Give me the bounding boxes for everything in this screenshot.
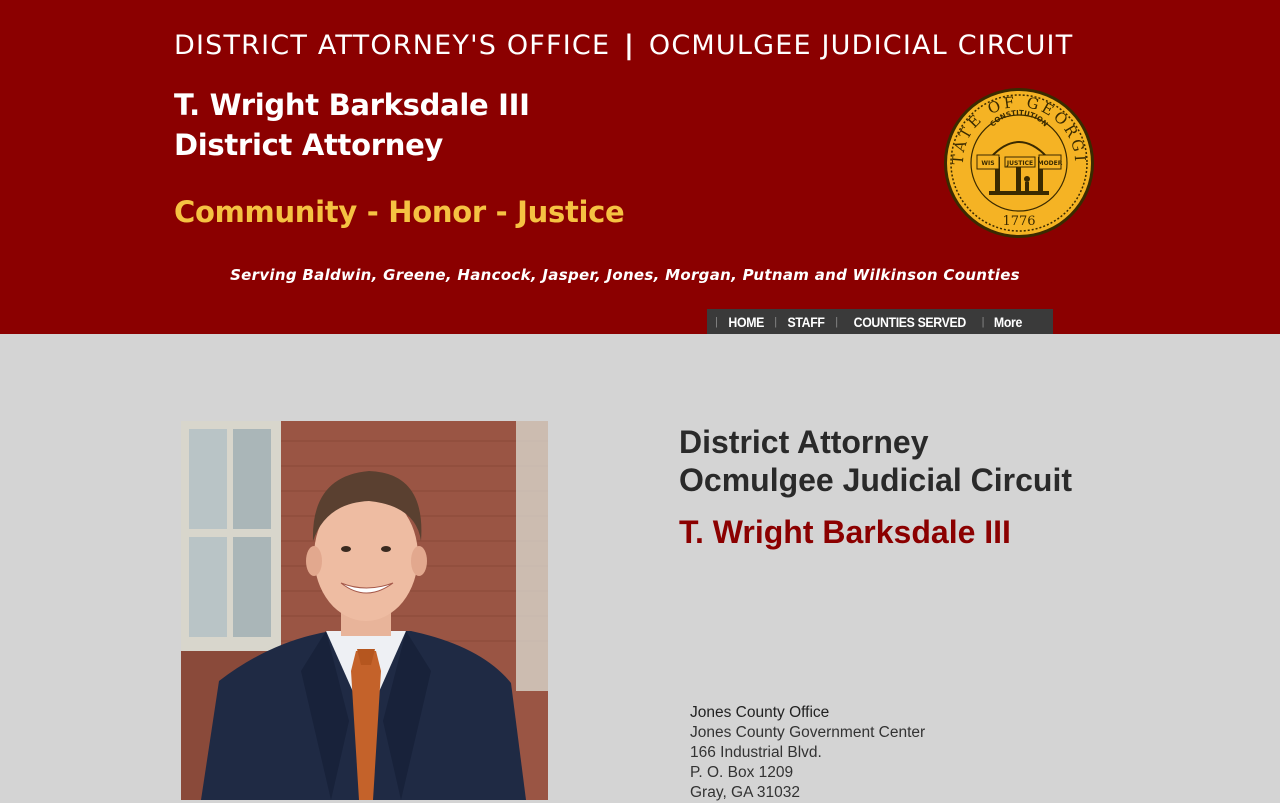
header-da-name: T. Wright Barksdale III	[174, 88, 530, 122]
site-header: DISTRICT ATTORNEY'S OFFICE | OCMULGEE JU…	[0, 0, 1280, 334]
nav-item-more[interactable]: More	[994, 314, 1022, 330]
office-address: Jones County Office Jones County Governm…	[690, 703, 925, 803]
svg-text:JUSTICE: JUSTICE	[1006, 160, 1033, 167]
svg-text:1776: 1776	[1002, 214, 1035, 229]
georgia-seal-logo: STATE OF GEORGIA CONSTITUTION WIS JUSTIC…	[943, 87, 1094, 238]
nav-divider: |	[774, 315, 778, 328]
address-heading: Jones County Office	[690, 704, 830, 721]
nav-item-counties-served[interactable]: COUNTIES SERVED	[854, 314, 967, 330]
svg-text:WIS: WIS	[981, 160, 994, 167]
main-title-line1: District Attorney	[679, 424, 929, 460]
nav-divider: |	[981, 315, 985, 328]
nav-divider: |	[835, 315, 839, 328]
counties-served-tagline: Serving Baldwin, Greene, Hancock, Jasper…	[230, 266, 1020, 284]
office-title: DISTRICT ATTORNEY'S OFFICE | OCMULGEE JU…	[174, 30, 1174, 61]
main-nav: | HOME | STAFF | COUNTIES SERVED | More	[707, 309, 1053, 334]
main-da-name: T. Wright Barksdale III	[679, 514, 1011, 550]
nav-item-staff[interactable]: STAFF	[788, 314, 825, 330]
nav-divider: |	[715, 315, 718, 328]
svg-text:MODER: MODER	[1038, 160, 1063, 167]
office-title-separator: |	[624, 30, 636, 61]
address-line: 166 Industrial Blvd.	[690, 744, 822, 761]
main-title-line2: Ocmulgee Judicial Circuit	[679, 462, 1072, 498]
address-line: Gray, GA 31032	[690, 784, 800, 801]
address-line: P. O. Box 1209	[690, 764, 794, 781]
main-title: District Attorney Ocmulgee Judicial Circ…	[679, 423, 1072, 499]
office-title-left: DISTRICT ATTORNEY'S OFFICE	[174, 30, 611, 61]
district-attorney-portrait	[181, 421, 548, 800]
motto: Community - Honor - Justice	[174, 195, 625, 229]
address-line: Jones County Government Center	[690, 724, 926, 741]
office-title-right: OCMULGEE JUDICIAL CIRCUIT	[648, 30, 1074, 61]
header-da-role: District Attorney	[174, 128, 444, 162]
nav-item-home[interactable]: HOME	[728, 314, 764, 330]
